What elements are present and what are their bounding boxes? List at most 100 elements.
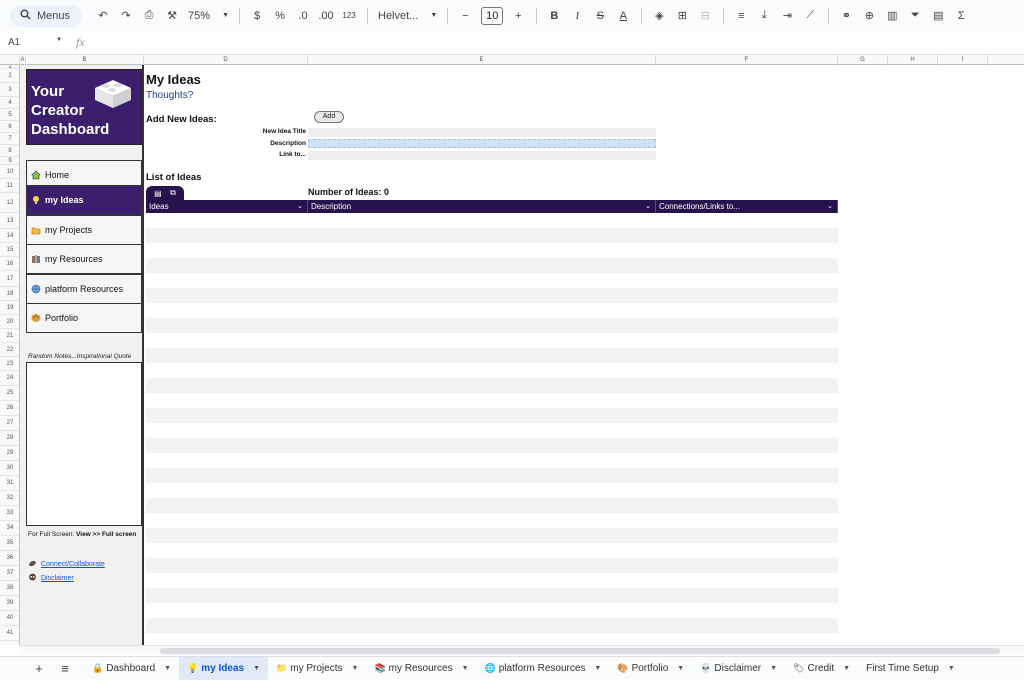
table-row[interactable] — [146, 468, 838, 483]
text-color-icon[interactable]: A — [612, 5, 634, 27]
comment-icon[interactable]: ⊕ — [858, 5, 880, 27]
add-sheet-icon[interactable]: + — [26, 661, 52, 676]
nav-platform-resources-button[interactable]: platform Resources — [26, 274, 142, 304]
sheet-tab[interactable]: 📚 my Resources ▼ — [366, 657, 476, 680]
sheet-tab[interactable]: 🎨 Portfolio ▼ — [609, 657, 692, 680]
row-header[interactable]: 20 — [0, 315, 19, 329]
row-header[interactable]: 12 — [0, 193, 19, 213]
table-row[interactable] — [146, 528, 838, 543]
decrease-decimal-button[interactable]: .0 — [292, 5, 314, 27]
row-header[interactable]: 36 — [0, 551, 19, 566]
row-header[interactable]: 23 — [0, 357, 19, 371]
column-header[interactable]: H — [888, 55, 938, 65]
row-header[interactable]: 27 — [0, 416, 19, 431]
row-header[interactable]: 4 — [0, 97, 19, 109]
column-header[interactable]: E — [308, 55, 656, 65]
row-header[interactable]: 38 — [0, 581, 19, 596]
nav-my-ideas-button[interactable]: my Ideas — [26, 185, 142, 215]
percent-format-button[interactable]: % — [269, 5, 291, 27]
bold-icon[interactable]: B — [543, 5, 565, 27]
row-header[interactable]: 16 — [0, 257, 19, 271]
table-row[interactable] — [146, 423, 838, 438]
vertical-align-icon[interactable]: ⤓ — [753, 5, 775, 27]
functions-icon[interactable]: Σ — [950, 5, 972, 27]
nav-portfolio-button[interactable]: Portfolio — [26, 303, 142, 333]
number-format-button[interactable]: 123 — [338, 5, 360, 27]
sheet-tab[interactable]: 💡 my Ideas ▼ — [179, 656, 269, 680]
horizontal-align-icon[interactable]: ≡ — [730, 5, 752, 27]
row-header[interactable]: 8 — [0, 145, 19, 157]
notes-textbox[interactable] — [26, 362, 142, 526]
column-header[interactable]: D — [144, 55, 308, 65]
sheet-tab[interactable]: 💀 Disclaimer ▼ — [692, 657, 785, 680]
nav-my-projects-button[interactable]: my Projects — [26, 215, 142, 245]
row-header[interactable]: 13 — [0, 213, 19, 229]
table-row[interactable] — [146, 213, 838, 228]
chevron-down-icon[interactable]: ▼ — [948, 665, 955, 672]
chevron-down-icon[interactable]: ▼ — [594, 665, 601, 672]
table-row[interactable] — [146, 258, 838, 273]
table-row[interactable] — [146, 543, 838, 558]
table-row[interactable] — [146, 498, 838, 513]
row-header[interactable]: 33 — [0, 506, 19, 521]
chevron-down-icon[interactable]: ▼ — [352, 665, 359, 672]
row-header[interactable]: 25 — [0, 386, 19, 401]
print-icon[interactable]: ⎙ — [138, 5, 160, 27]
column-header-description[interactable]: Description ⌄ — [308, 200, 656, 213]
font-size-decrease-button[interactable]: − — [454, 5, 476, 27]
table-row[interactable] — [146, 573, 838, 588]
column-header-ideas[interactable]: Ideas ⌄ — [146, 200, 308, 213]
row-header[interactable]: 7 — [0, 133, 19, 145]
row-header[interactable]: 3 — [0, 83, 19, 97]
row-header[interactable]: 15 — [0, 243, 19, 257]
row-header[interactable]: 10 — [0, 165, 19, 179]
connect-collaborate-link[interactable]: Connect/Collaborate — [28, 559, 105, 569]
link-to-input[interactable] — [308, 151, 656, 160]
table-row[interactable] — [146, 273, 838, 288]
redo-icon[interactable]: ↷ — [115, 5, 137, 27]
row-header[interactable]: 11 — [0, 179, 19, 193]
row-header[interactable]: 41 — [0, 626, 19, 641]
chart-icon[interactable]: ▥ — [881, 5, 903, 27]
column-header[interactable]: F — [656, 55, 838, 65]
table-row[interactable] — [146, 453, 838, 468]
row-header[interactable]: 14 — [0, 229, 19, 243]
column-header[interactable]: I — [938, 55, 988, 65]
zoom-select[interactable]: 75% ▼ — [184, 10, 233, 22]
row-header[interactable]: 18 — [0, 287, 19, 301]
font-size-input[interactable]: 10 — [481, 6, 504, 25]
currency-format-button[interactable]: $ — [246, 5, 268, 27]
row-header[interactable]: 17 — [0, 271, 19, 287]
table-row[interactable] — [146, 603, 838, 618]
table-row[interactable] — [146, 318, 838, 333]
table-row[interactable] — [146, 333, 838, 348]
row-header[interactable]: 22 — [0, 343, 19, 357]
menus-button[interactable]: Menus — [10, 4, 83, 27]
chevron-down-icon[interactable]: ▼ — [462, 665, 469, 672]
row-header[interactable]: 24 — [0, 371, 19, 386]
row-header[interactable]: 6 — [0, 121, 19, 133]
table-row[interactable] — [146, 243, 838, 258]
chevron-down-icon[interactable]: ▼ — [770, 665, 777, 672]
table-row[interactable] — [146, 483, 838, 498]
row-header[interactable]: 35 — [0, 536, 19, 551]
horizontal-scrollbar[interactable] — [20, 645, 1024, 655]
row-header[interactable]: 19 — [0, 301, 19, 315]
card-view-icon[interactable]: ⧉ — [170, 188, 176, 198]
increase-decimal-button[interactable]: .00 — [315, 5, 337, 27]
row-header[interactable]: 5 — [0, 109, 19, 121]
link-icon[interactable]: ⚭ — [835, 5, 857, 27]
table-row[interactable] — [146, 393, 838, 408]
table-row[interactable] — [146, 288, 838, 303]
row-header[interactable]: 2 — [0, 69, 19, 83]
row-header[interactable]: 29 — [0, 446, 19, 461]
row-header[interactable]: 9 — [0, 157, 19, 165]
row-header[interactable]: 31 — [0, 476, 19, 491]
merge-cells-icon[interactable]: ⊟ — [694, 5, 716, 27]
row-header[interactable]: 21 — [0, 329, 19, 343]
row-header[interactable]: 28 — [0, 431, 19, 446]
table-row[interactable] — [146, 618, 838, 633]
undo-icon[interactable]: ↶ — [92, 5, 114, 27]
sheet-tab[interactable]: 🔒 Dashboard ▼ — [84, 657, 179, 680]
row-header[interactable]: 34 — [0, 521, 19, 536]
